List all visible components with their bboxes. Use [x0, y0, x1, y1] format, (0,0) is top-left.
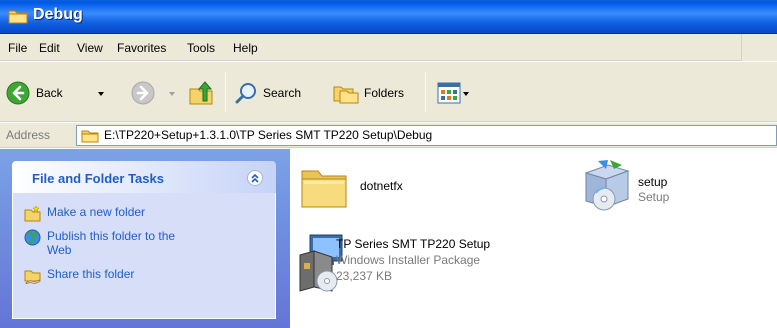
title-bar[interactable]: Debug [0, 0, 777, 34]
back-dropdown-icon[interactable] [98, 92, 104, 96]
folder-icon [8, 10, 28, 24]
file-name: setup [638, 175, 668, 189]
file-size: 23,237 KB [336, 269, 393, 283]
collapse-chevron-icon[interactable] [247, 170, 263, 186]
search-icon [235, 83, 256, 104]
forward-button[interactable] [131, 81, 155, 105]
task-publish-web[interactable]: Publish this folder to the Web [24, 229, 197, 257]
address-bar: Address E:\TP220+Setup+1.3.1.0\TP Series… [0, 123, 777, 148]
file-item-setup[interactable]: setup Setup [580, 159, 770, 219]
new-folder-icon [24, 205, 41, 222]
windows-logo-area [741, 34, 777, 61]
folder-icon [301, 170, 347, 208]
views-dropdown-icon[interactable] [463, 92, 469, 96]
back-label: Back [36, 86, 63, 100]
back-arrow-icon [6, 81, 30, 105]
address-label: Address [6, 128, 51, 142]
back-button[interactable]: Back [6, 81, 63, 105]
task-panel-body: Make a new folder Publish this folder to… [12, 193, 276, 319]
menu-edit[interactable]: Edit [39, 41, 60, 55]
address-input[interactable]: E:\TP220+Setup+1.3.1.0\TP Series SMT TP2… [76, 125, 777, 146]
task-share-folder[interactable]: Share this folder [24, 267, 197, 284]
up-folder-button[interactable] [188, 79, 216, 107]
publish-web-icon [24, 229, 41, 246]
file-list-pane: dotnetfx setup Setup TP Series SMT TP220… [290, 149, 777, 328]
search-button[interactable]: Search [235, 81, 301, 105]
task-panel-header[interactable]: File and Folder Tasks [12, 161, 276, 193]
double-chevron-up-icon [251, 173, 259, 183]
task-make-new-folder[interactable]: Make a new folder [24, 205, 197, 222]
file-item-dotnetfx[interactable]: dotnetfx [300, 163, 480, 213]
toolbar-separator [225, 72, 226, 112]
file-name: TP Series SMT TP220 Setup [336, 237, 491, 251]
folders-icon [333, 86, 359, 104]
share-folder-icon [24, 270, 41, 284]
file-item-installer[interactable]: TP Series SMT TP220 Setup Windows Instal… [296, 233, 546, 297]
up-folder-icon [189, 81, 213, 105]
window-title: Debug [33, 6, 83, 23]
file-name: dotnetfx [360, 179, 403, 193]
folder-icon [81, 130, 99, 143]
task-panel-title: File and Folder Tasks [32, 171, 164, 186]
forward-arrow-icon [131, 81, 155, 105]
address-value: E:\TP220+Setup+1.3.1.0\TP Series SMT TP2… [104, 128, 433, 142]
forward-dropdown-icon[interactable] [169, 92, 175, 96]
menu-bar: File Edit View Favorites Tools Help [0, 34, 777, 61]
toolbar-separator [425, 72, 426, 112]
task-label: Make a new folder [47, 205, 146, 219]
file-type: Windows Installer Package [336, 253, 481, 267]
menu-tools[interactable]: Tools [187, 41, 215, 55]
task-pane: File and Folder Tasks Make a new folder [0, 149, 290, 328]
menu-view[interactable]: View [77, 41, 103, 55]
menu-help[interactable]: Help [233, 41, 258, 55]
views-button[interactable] [437, 82, 461, 104]
search-label: Search [263, 86, 302, 100]
file-folder-tasks-panel: File and Folder Tasks Make a new folder [12, 161, 276, 319]
setup-icon [584, 160, 630, 211]
task-label: Publish this folder to the Web [47, 229, 176, 257]
menu-favorites[interactable]: Favorites [117, 41, 166, 55]
menu-file[interactable]: File [8, 41, 27, 55]
task-label: Share this folder [47, 267, 135, 281]
folders-button[interactable]: Folders [332, 81, 404, 105]
file-type: Setup [638, 190, 670, 204]
folders-label: Folders [364, 86, 405, 100]
toolbar: Back Search Folders [0, 62, 777, 122]
views-icon [437, 82, 461, 104]
